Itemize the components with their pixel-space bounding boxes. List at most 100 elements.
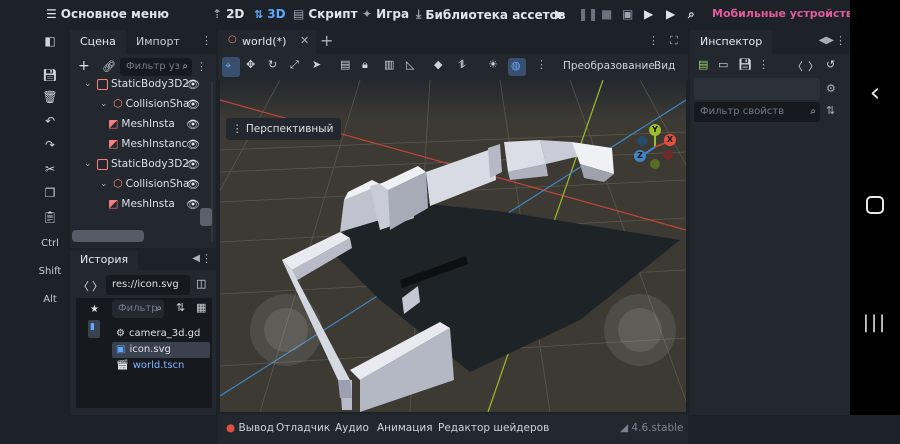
path-field[interactable]: res://icon.svg	[106, 275, 190, 295]
folder-item[interactable]: ▮	[88, 320, 100, 338]
tree-row[interactable]: ⌄ StaticBody3D2	[84, 74, 189, 94]
object-selector[interactable]	[694, 78, 820, 100]
look-joystick[interactable]	[604, 294, 676, 366]
redo-button[interactable]: ↷	[32, 138, 68, 152]
save-resource-button[interactable]: 💾︎	[738, 58, 752, 71]
visibility-eye-icon[interactable]: 👁︎	[186, 78, 200, 91]
local-space-button[interactable]: ◺	[406, 58, 414, 71]
copy-button[interactable]: ❐	[32, 186, 68, 200]
tab-inspector[interactable]: Инспектор	[690, 30, 773, 54]
more-icon[interactable]: ⋮	[835, 34, 846, 47]
transform-menu[interactable]: Преобразование	[563, 60, 655, 72]
gizmo-x-axis[interactable]: X	[664, 134, 676, 146]
debugger-tab[interactable]: Отладчик	[276, 422, 330, 434]
save-button[interactable]: 💾︎	[32, 68, 68, 82]
more-icon[interactable]: ⋮	[201, 252, 212, 265]
2d-workspace-button[interactable]: ⇡ 2D	[212, 7, 244, 21]
joystick-knob[interactable]	[618, 308, 662, 352]
chevron-down-icon[interactable]: ⌄	[84, 154, 94, 174]
dock-move-buttons[interactable]: ◀▶	[819, 35, 834, 46]
perspective-menu[interactable]: ⋮ Перспективный	[226, 118, 342, 140]
ruler-button[interactable]: ▤	[340, 58, 350, 71]
tab-import[interactable]: Импорт	[126, 30, 190, 54]
tab-history[interactable]: История	[70, 250, 139, 270]
tree-row[interactable]: ⌄ ⬡ CollisionSha	[100, 94, 189, 114]
move-mode-button[interactable]: ✥	[246, 58, 255, 71]
add-tab-button[interactable]: +	[320, 31, 333, 50]
tree-row[interactable]: ◩ MeshInsta	[108, 114, 175, 134]
game-workspace-button[interactable]: ✦ Игра	[362, 7, 409, 21]
visibility-eye-icon[interactable]: 👁︎	[186, 118, 200, 131]
history-forward-button[interactable]: 〉	[808, 58, 819, 74]
h-scroll-thumb[interactable]	[72, 230, 144, 242]
nav-back-button[interactable]: 〈	[78, 278, 89, 294]
sort-button[interactable]: ⇅	[176, 301, 185, 314]
tab-world[interactable]: ○ world(*) ✕	[218, 30, 316, 54]
ctrl-modifier-button[interactable]: Ctrl	[32, 238, 68, 249]
movie-maker-button[interactable]: ⌕	[688, 7, 695, 22]
home-button[interactable]	[850, 196, 900, 214]
tree-row[interactable]: ⌄ StaticBody3D2	[84, 154, 189, 174]
snap-button[interactable]: ◆	[434, 58, 442, 71]
object-history-button[interactable]: ↺	[826, 58, 835, 71]
play-custom-button[interactable]: ▶	[666, 7, 675, 21]
split-view-button[interactable]: ◫	[196, 277, 206, 290]
paste-button[interactable]: 📋︎	[32, 210, 68, 224]
back-button[interactable]: ‹	[850, 78, 900, 108]
env-menu-button[interactable]: ⋮	[536, 58, 547, 71]
gizmo-z-axis[interactable]: Z	[634, 150, 646, 162]
visibility-eye-icon[interactable]: 👁︎	[186, 98, 200, 111]
open-resource-button[interactable]: ▭	[718, 58, 728, 71]
undo-button[interactable]: ↶	[32, 114, 68, 128]
property-filter-input[interactable]: Фильтр свойств ⌕	[694, 102, 820, 122]
chevron-down-icon[interactable]: ⌄	[100, 174, 110, 194]
select-mode-button[interactable]: ⌖	[222, 57, 240, 77]
asset-library-button[interactable]: ⤓ Библиотека ассетов	[416, 7, 565, 22]
pause-button[interactable]: ❚❚	[578, 7, 598, 21]
history-back-button[interactable]: 〈	[792, 58, 803, 74]
group-button[interactable]: ▥	[384, 58, 394, 71]
scene-menu-button[interactable]: ⋮	[196, 60, 207, 73]
add-node-button[interactable]: +	[78, 58, 90, 74]
transform-dialog-button[interactable]: ⥮	[458, 58, 466, 72]
chevron-down-icon[interactable]: ⌄	[84, 74, 94, 94]
gizmo-y-axis[interactable]: Y	[649, 124, 661, 136]
visibility-eye-icon[interactable]: 👁︎	[186, 138, 200, 151]
chevron-down-icon[interactable]: ⌄	[100, 94, 110, 114]
resource-menu-button[interactable]: ⋮	[758, 58, 769, 71]
shift-modifier-button[interactable]: Shift	[32, 266, 68, 277]
cut-button[interactable]: ✂	[32, 162, 68, 176]
play-button[interactable]: ▶	[555, 7, 564, 21]
move-joystick[interactable]	[250, 294, 322, 366]
tree-row[interactable]: ◩ MeshInsta	[108, 194, 175, 214]
lock-button[interactable]: 🔒︎	[362, 58, 368, 72]
alt-modifier-button[interactable]: Alt	[32, 294, 68, 305]
preview-sun-button[interactable]: ☀	[488, 58, 498, 71]
output-tab[interactable]: ● Вывод	[226, 422, 274, 434]
file-item[interactable]: ⚙ camera_3d.gd	[116, 326, 200, 342]
link-button[interactable]: 🔗︎	[102, 60, 116, 73]
orientation-gizmo[interactable]: Y X Z	[630, 122, 680, 172]
view-menu[interactable]: Вид	[654, 60, 675, 72]
new-resource-button[interactable]: ▤	[698, 58, 708, 71]
more-icon[interactable]: ⋮	[648, 34, 659, 47]
visibility-eye-icon[interactable]: 👁︎	[186, 178, 200, 191]
3d-workspace-button[interactable]: ⇅ 3D	[254, 7, 286, 21]
tree-row[interactable]: ⌄ ⬡ CollisionSha	[100, 174, 189, 194]
main-menu-button[interactable]: ☰ Основное меню	[46, 7, 169, 21]
arrow-left-icon[interactable]: ◀	[192, 253, 200, 264]
delete-button[interactable]: 🗑︎	[32, 90, 68, 104]
3d-viewport[interactable]: ⋮ Перспективный Y X Z	[220, 80, 686, 412]
joystick-knob[interactable]	[264, 308, 308, 352]
visibility-eye-icon[interactable]: 👁︎	[186, 158, 200, 171]
star-icon[interactable]: ★	[90, 304, 99, 315]
file-item[interactable]: 🎬︎ world.tscn	[116, 358, 184, 374]
audio-tab[interactable]: Аудио	[335, 422, 369, 434]
recents-button[interactable]: |||	[850, 312, 900, 333]
tree-scroll-thumb[interactable]	[200, 208, 212, 226]
close-icon[interactable]: ✕	[300, 34, 309, 47]
play-scene-button[interactable]: ▶	[644, 7, 653, 21]
animation-tab[interactable]: Анимация	[377, 422, 433, 434]
rotate-mode-button[interactable]: ↻	[268, 58, 277, 71]
distraction-free-button[interactable]: ⛶	[670, 34, 678, 48]
